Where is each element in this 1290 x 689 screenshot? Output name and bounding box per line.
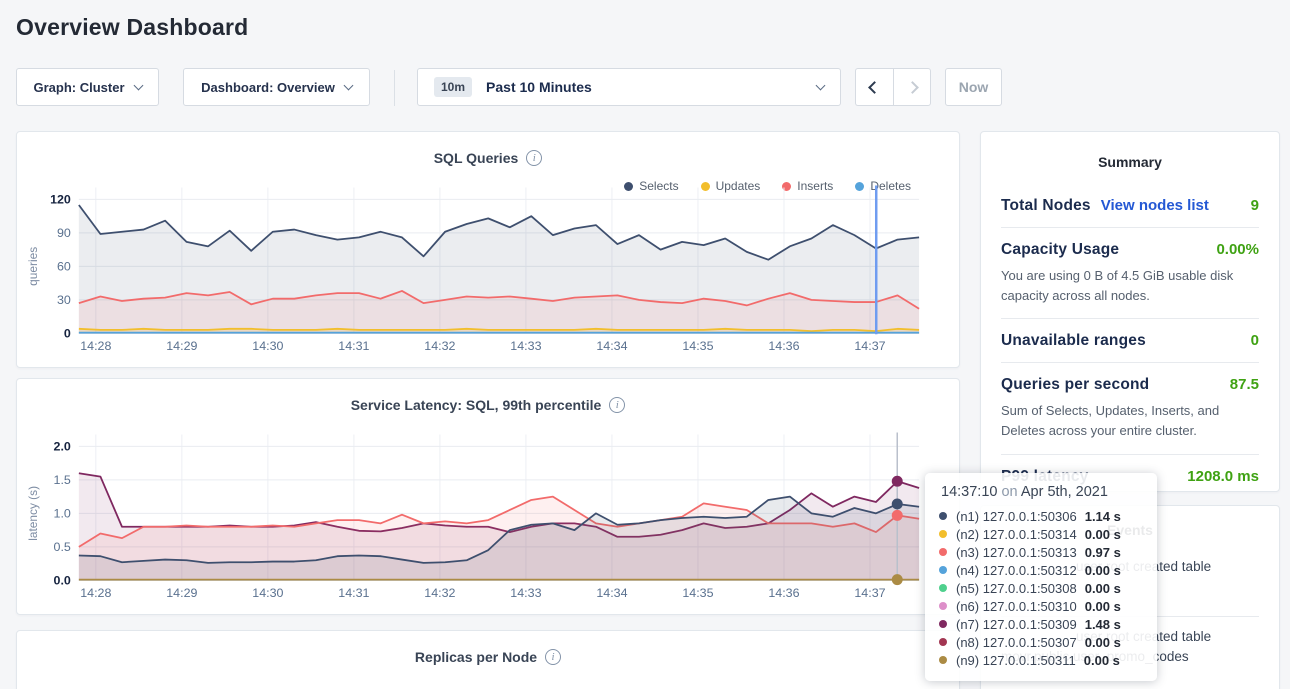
- svg-text:14:34: 14:34: [596, 586, 627, 600]
- svg-text:0: 0: [64, 326, 71, 340]
- svg-text:14:32: 14:32: [424, 586, 455, 600]
- svg-text:14:28: 14:28: [80, 586, 111, 600]
- time-forward-button[interactable]: [893, 68, 931, 106]
- tooltip-node-row: (n1) 127.0.0.1:503061.14 s: [939, 507, 1143, 525]
- summary-row-capacity: Capacity Usage 0.00% You are using 0 B o…: [1001, 228, 1259, 319]
- svg-text:14:35: 14:35: [682, 586, 713, 600]
- toolbar-divider: [394, 70, 395, 106]
- dashboard-dropdown[interactable]: Dashboard: Overview: [183, 68, 370, 106]
- summary-row-qps: Queries per second 87.5 Sum of Selects, …: [1001, 363, 1259, 454]
- time-range-dropdown[interactable]: 10m Past 10 Minutes: [417, 68, 841, 106]
- graph-scope-label: Graph: Cluster: [33, 80, 124, 95]
- chevron-down-icon: [133, 80, 143, 90]
- svg-text:14:31: 14:31: [338, 586, 369, 600]
- info-icon[interactable]: i: [545, 649, 561, 665]
- svg-text:14:35: 14:35: [682, 339, 713, 353]
- view-nodes-list-link[interactable]: View nodes list: [1101, 197, 1209, 214]
- svg-text:60: 60: [57, 259, 71, 273]
- svg-text:120: 120: [50, 192, 71, 206]
- summary-row-total-nodes: Total Nodes View nodes list 9: [1001, 184, 1259, 228]
- summary-subtext: You are using 0 B of 4.5 GiB usable disk…: [1001, 266, 1259, 306]
- node-color-dot-icon: [939, 566, 947, 574]
- summary-value: 1208.0 ms: [1187, 468, 1259, 485]
- chart-hover-tooltip: 14:37:10 on Apr 5th, 2021 (n1) 127.0.0.1…: [925, 473, 1157, 681]
- svg-text:14:29: 14:29: [166, 586, 197, 600]
- chevron-left-icon: [868, 81, 881, 94]
- time-back-button[interactable]: [855, 68, 893, 106]
- svg-text:2.0: 2.0: [54, 439, 71, 453]
- time-step-buttons: [855, 68, 931, 106]
- node-color-dot-icon: [939, 656, 947, 664]
- graph-scope-dropdown[interactable]: Graph: Cluster: [16, 68, 159, 106]
- time-range-label: Past 10 Minutes: [486, 79, 807, 95]
- svg-text:14:37: 14:37: [854, 586, 885, 600]
- summary-label: Capacity Usage: [1001, 241, 1119, 259]
- node-color-dot-icon: [939, 530, 947, 538]
- svg-text:14:29: 14:29: [166, 339, 197, 353]
- service-latency-chart[interactable]: 14:28 14:29 14:30 14:31 14:32 14:33 14:34 14:35…: [17, 379, 959, 614]
- summary-row-unavailable-ranges: Unavailable ranges 0: [1001, 319, 1259, 363]
- node-color-dot-icon: [939, 602, 947, 610]
- svg-text:30: 30: [57, 293, 71, 307]
- tooltip-node-row: (n6) 127.0.0.1:503100.00 s: [939, 597, 1143, 615]
- page-title: Overview Dashboard: [16, 14, 248, 41]
- tooltip-node-row: (n2) 127.0.0.1:503140.00 s: [939, 525, 1143, 543]
- svg-text:14:36: 14:36: [768, 586, 799, 600]
- summary-value: 87.5: [1230, 376, 1259, 393]
- chevron-right-icon: [906, 81, 919, 94]
- svg-text:90: 90: [57, 226, 71, 240]
- svg-text:14:34: 14:34: [596, 339, 627, 353]
- svg-text:14:32: 14:32: [424, 339, 455, 353]
- summary-label: Unavailable ranges: [1001, 332, 1146, 350]
- now-button[interactable]: Now: [945, 68, 1002, 106]
- svg-text:1.0: 1.0: [54, 506, 71, 520]
- node-color-dot-icon: [939, 548, 947, 556]
- node-color-dot-icon: [939, 620, 947, 628]
- tooltip-node-row: (n7) 127.0.0.1:503091.48 s: [939, 615, 1143, 633]
- tooltip-node-row: (n9) 127.0.0.1:503110.00 s: [939, 651, 1143, 669]
- summary-value: 0.00%: [1216, 241, 1259, 258]
- svg-text:queries: queries: [26, 247, 40, 286]
- svg-text:14:30: 14:30: [252, 586, 283, 600]
- service-latency-chart-card: Service Latency: SQL, 99th percentile i …: [16, 378, 960, 615]
- node-color-dot-icon: [939, 638, 947, 646]
- node-color-dot-icon: [939, 584, 947, 592]
- summary-subtext: Sum of Selects, Updates, Inserts, and De…: [1001, 401, 1259, 441]
- summary-value: 9: [1251, 197, 1259, 214]
- svg-text:14:37: 14:37: [854, 339, 885, 353]
- dashboard-label: Dashboard: Overview: [201, 80, 335, 95]
- sql-queries-chart-card: SQL Queries i SelectsUpdatesInsertsDelet…: [16, 131, 960, 368]
- chevron-down-icon: [816, 80, 826, 90]
- summary-panel: Summary Total Nodes View nodes list 9 Ca…: [980, 131, 1280, 492]
- tooltip-node-row: (n5) 127.0.0.1:503080.00 s: [939, 579, 1143, 597]
- time-range-badge: 10m: [434, 77, 472, 97]
- svg-text:14:31: 14:31: [338, 339, 369, 353]
- sql-queries-chart[interactable]: 14:28 14:29 14:30 14:31 14:32 14:33 14:34 14:35…: [17, 132, 959, 367]
- svg-text:1.5: 1.5: [54, 473, 71, 487]
- tooltip-node-row: (n4) 127.0.0.1:503120.00 s: [939, 561, 1143, 579]
- svg-text:14:30: 14:30: [252, 339, 283, 353]
- replicas-chart-title: Replicas per Node: [415, 649, 537, 665]
- chevron-down-icon: [343, 80, 353, 90]
- svg-text:14:28: 14:28: [80, 339, 111, 353]
- summary-value: 0: [1251, 332, 1259, 349]
- replicas-per-node-chart-card: Replicas per Node i: [16, 630, 960, 689]
- svg-text:14:33: 14:33: [510, 586, 541, 600]
- tooltip-node-row: (n3) 127.0.0.1:503130.97 s: [939, 543, 1143, 561]
- summary-label: Total Nodes: [1001, 197, 1091, 215]
- svg-text:14:33: 14:33: [510, 339, 541, 353]
- tooltip-node-row: (n8) 127.0.0.1:503070.00 s: [939, 633, 1143, 651]
- node-color-dot-icon: [939, 512, 947, 520]
- svg-text:14:36: 14:36: [768, 339, 799, 353]
- svg-text:latency (s): latency (s): [26, 486, 40, 541]
- summary-heading: Summary: [981, 132, 1279, 170]
- tooltip-timestamp: 14:37:10 on Apr 5th, 2021: [941, 484, 1143, 500]
- svg-text:0.0: 0.0: [54, 573, 71, 587]
- svg-text:0.5: 0.5: [54, 540, 71, 554]
- summary-label: Queries per second: [1001, 376, 1149, 394]
